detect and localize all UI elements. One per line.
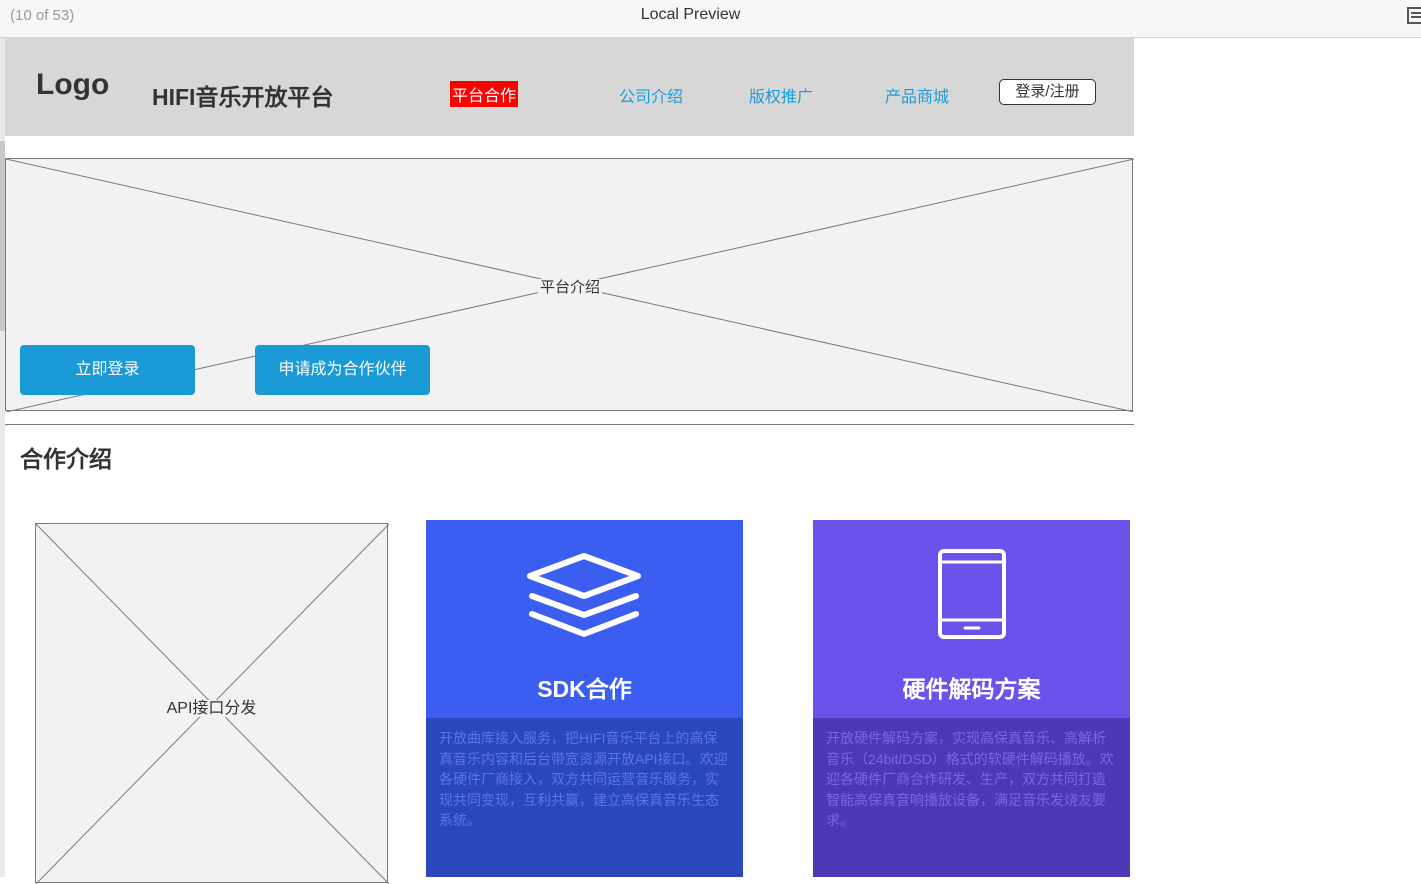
apply-partner-button[interactable]: 申请成为合作伙伴 — [255, 345, 430, 395]
site-title: HIFI音乐开放平台 — [152, 84, 334, 110]
logo[interactable]: Logo — [36, 68, 109, 102]
api-card-placeholder: API接口分发 — [35, 523, 389, 884]
hero-placeholder-label: 平台介绍 — [537, 279, 602, 296]
section-title: 合作介绍 — [20, 446, 112, 472]
nav-copyright-promotion[interactable]: 版权推广 — [749, 83, 813, 107]
login-now-button[interactable]: 立即登录 — [20, 345, 195, 395]
menu-icon[interactable] — [1407, 7, 1421, 24]
nav-company-intro[interactable]: 公司介绍 — [619, 83, 683, 107]
layers-icon — [527, 553, 641, 637]
sdk-card-description: 开放曲库接入服务，把HIFI音乐平台上的高保真音乐内容和后台带宽资源开放API接… — [439, 730, 728, 828]
login-register-button[interactable]: 登录/注册 — [999, 79, 1096, 105]
hardware-card[interactable]: 硬件解码方案 开放硬件解码方案，实现高保真音乐、高解析音乐（24bit/DSD）… — [813, 520, 1130, 877]
preview-toolbar: (10 of 53) Local Preview — [0, 0, 1421, 38]
hardware-card-description: 开放硬件解码方案，实现高保真音乐、高解析音乐（24bit/DSD）格式的软硬件解… — [826, 730, 1114, 828]
nav-product-store[interactable]: 产品商城 — [885, 83, 949, 107]
sdk-card-title: SDK合作 — [537, 676, 632, 702]
tablet-icon — [938, 549, 1006, 639]
hero-placeholder: 平台介绍 立即登录 申请成为合作伙伴 — [5, 158, 1134, 412]
preview-title: Local Preview — [640, 6, 741, 23]
sdk-card[interactable]: SDK合作 开放曲库接入服务，把HIFI音乐平台上的高保真音乐内容和后台带宽资源… — [426, 520, 743, 877]
hardware-card-title: 硬件解码方案 — [902, 676, 1041, 702]
api-card-label: API接口分发 — [164, 700, 259, 717]
site-header: Logo HIFI音乐开放平台 平台合作 公司介绍 版权推广 产品商城 登录/注… — [5, 38, 1134, 136]
nav-platform-cooperation[interactable]: 平台合作 — [450, 81, 519, 107]
section-divider — [5, 424, 1134, 425]
